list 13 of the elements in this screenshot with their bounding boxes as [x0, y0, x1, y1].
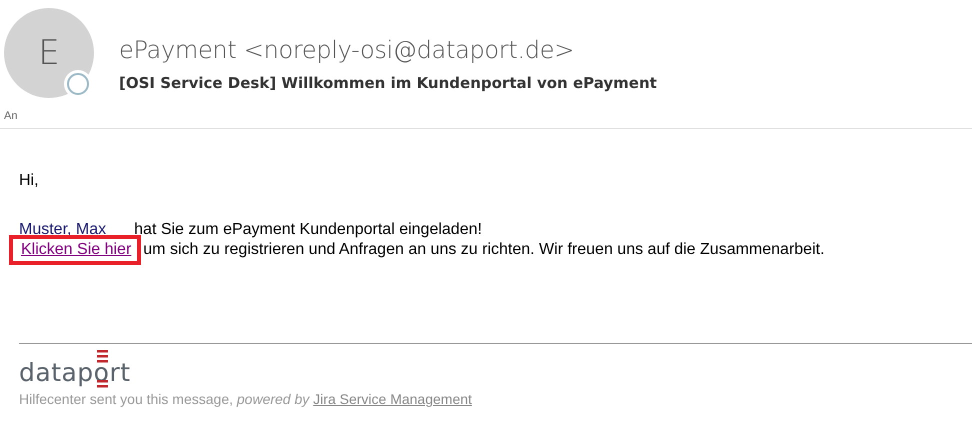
avatar: E	[4, 8, 94, 98]
body-text: um sich zu registrieren und Anfragen an uns zu richten. Wir freuen uns auf die Zusammenarbeit.	[143, 240, 825, 260]
footer-text: Hilfecenter sent you this message, powered by	[19, 391, 310, 407]
subject: [OSI Service Desk] Willkommen im Kundenportal von ePayment	[119, 74, 657, 92]
sender: ePayment <noreply-osi@dataport.de>	[119, 36, 576, 64]
register-link[interactable]: Klicken Sie hier	[21, 241, 132, 259]
invite-text: hat Sie zum ePayment Kundenportal eingeladen!	[134, 220, 482, 240]
greeting: Hi,	[19, 171, 40, 191]
logo: dataport	[19, 350, 131, 389]
status-icon	[67, 73, 89, 95]
jira-link[interactable]: Jira Service Management	[313, 391, 472, 407]
to-label: An	[4, 110, 18, 122]
mention[interactable]: Muster, Max	[19, 221, 106, 239]
